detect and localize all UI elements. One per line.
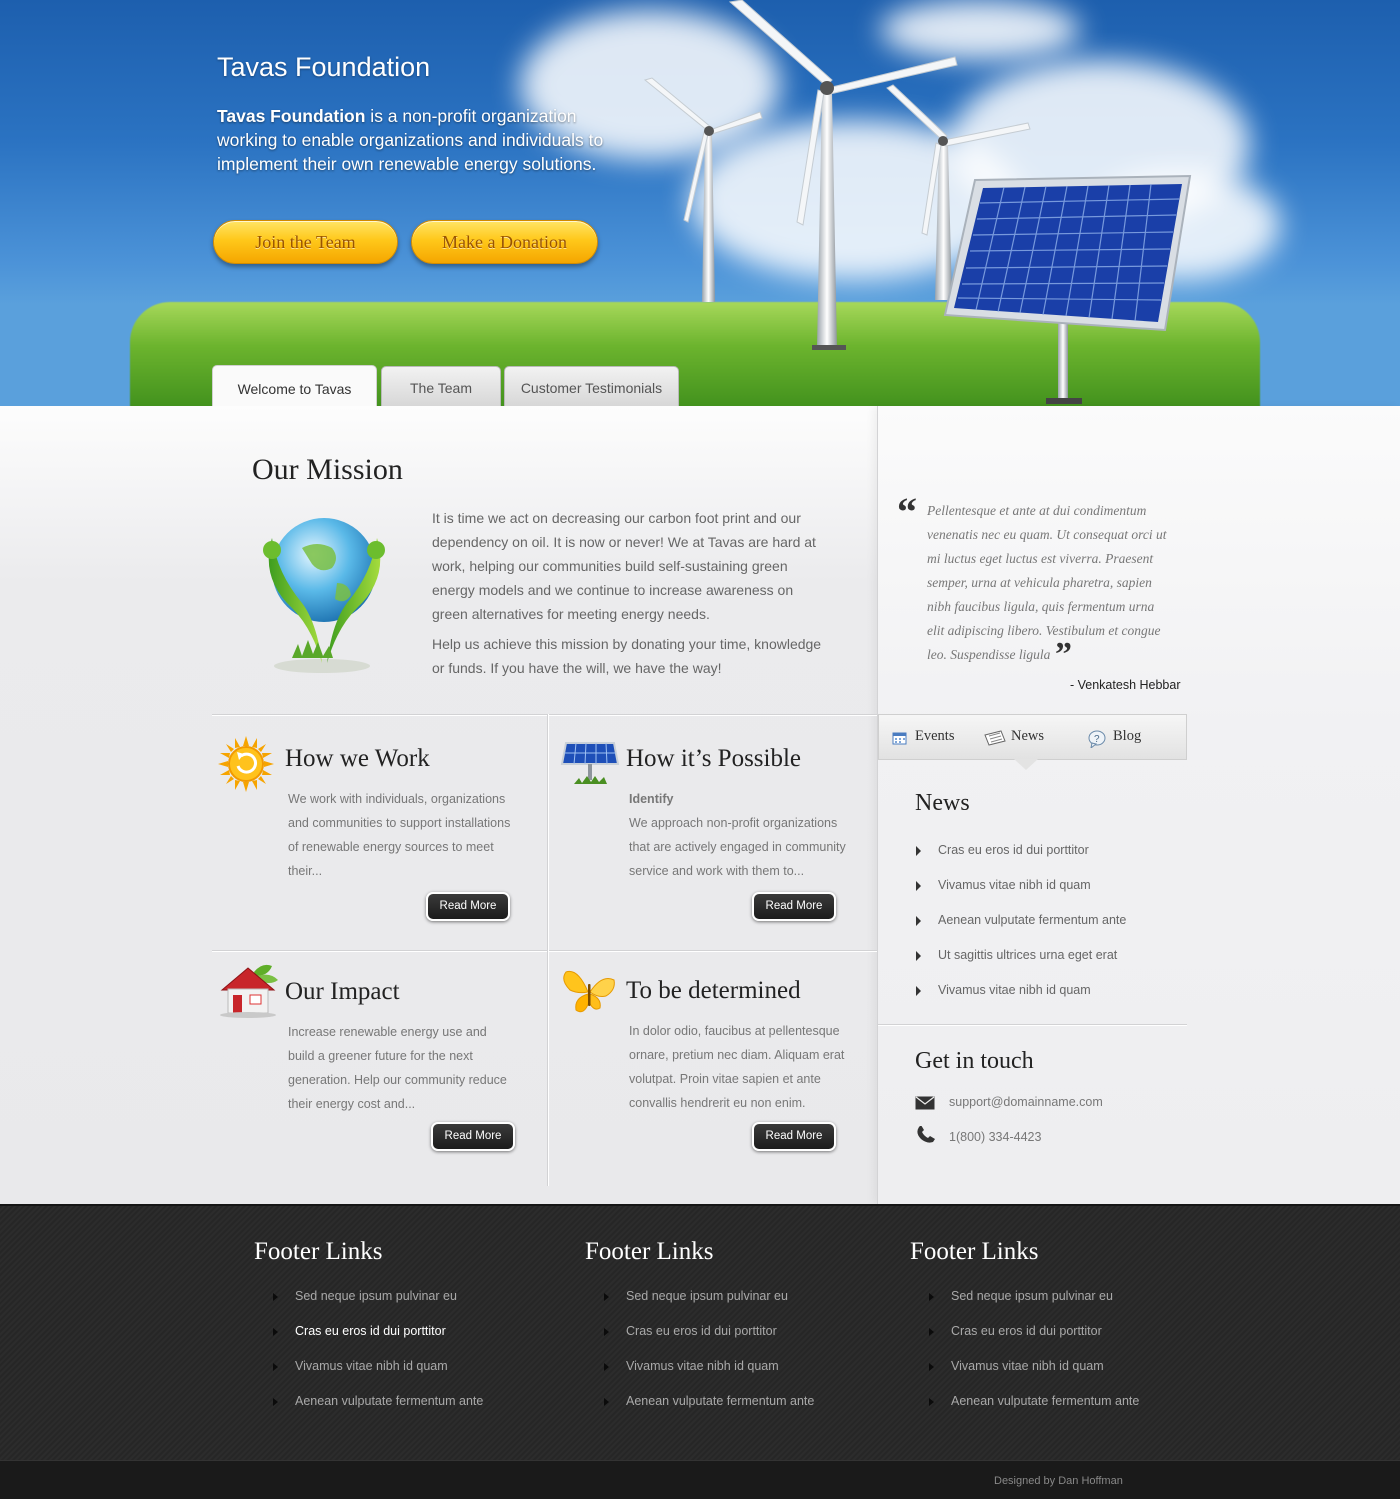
footer-link[interactable]: Cras eu eros id dui porttitor bbox=[951, 1324, 1102, 1338]
footer-link[interactable]: Vivamus vitae nibh id quam bbox=[295, 1359, 448, 1373]
designer-credit: Designed by Dan Hoffman bbox=[994, 1475, 1123, 1487]
tab-blog[interactable]: Blog bbox=[1113, 728, 1141, 745]
calendar-icon bbox=[892, 732, 907, 745]
tab-the-team[interactable]: The Team bbox=[381, 366, 501, 406]
site-title: Tavas Foundation bbox=[217, 52, 431, 82]
feature-how-possible-text: We approach non-profit organizations tha… bbox=[629, 816, 846, 878]
news-item[interactable]: Vivamus vitae nibh id quam bbox=[938, 983, 1091, 997]
bullet-arrow-icon bbox=[929, 1398, 934, 1406]
bullet-arrow-icon bbox=[604, 1398, 609, 1406]
newspaper-icon bbox=[984, 730, 1006, 746]
feature-how-we-work-text: We work with individuals, organizations … bbox=[288, 792, 511, 878]
bullet-arrow-icon bbox=[273, 1363, 278, 1371]
footer-link[interactable]: Cras eu eros id dui porttitor bbox=[626, 1324, 777, 1338]
footer-link[interactable]: Sed neque ipsum pulvinar eu bbox=[295, 1289, 457, 1303]
news-item[interactable]: Aenean vulputate fermentum ante bbox=[938, 913, 1126, 927]
phone-icon bbox=[917, 1126, 935, 1143]
bullet-arrow-icon bbox=[916, 916, 921, 926]
feature-our-impact-title: Our Impact bbox=[285, 978, 400, 1005]
mission-paragraph-1: It is time we act on decreasing our carb… bbox=[432, 510, 816, 622]
bullet-arrow-icon bbox=[273, 1293, 278, 1301]
read-more-button[interactable]: Read More bbox=[431, 1122, 515, 1151]
bullet-arrow-icon bbox=[916, 881, 921, 891]
footer-link[interactable]: Aenean vulputate fermentum ante bbox=[626, 1394, 814, 1408]
bullet-arrow-icon bbox=[604, 1293, 609, 1301]
help-bubble-icon: ? bbox=[1088, 730, 1106, 748]
footer-link[interactable]: Aenean vulputate fermentum ante bbox=[295, 1394, 483, 1408]
tab-events[interactable]: Events bbox=[915, 728, 954, 745]
active-tab-pointer bbox=[1014, 759, 1038, 770]
bullet-arrow-icon bbox=[916, 951, 921, 961]
testimonial-author: - Venkatesh Hebbar bbox=[1070, 678, 1181, 692]
butterfly-icon bbox=[563, 970, 615, 1013]
bullet-arrow-icon bbox=[929, 1363, 934, 1371]
wind-turbines-illustration bbox=[643, 0, 1192, 404]
tab-welcome[interactable]: Welcome to Tavas bbox=[212, 365, 377, 406]
bullet-arrow-icon bbox=[929, 1328, 934, 1336]
contact-phone[interactable]: 1(800) 334-4423 bbox=[949, 1130, 1041, 1144]
bullet-arrow-icon bbox=[604, 1363, 609, 1371]
read-more-button[interactable]: Read More bbox=[752, 892, 836, 921]
feature-how-possible-subtitle: Identify bbox=[629, 792, 674, 806]
bullet-arrow-icon bbox=[929, 1293, 934, 1301]
footer-link[interactable]: Vivamus vitae nibh id quam bbox=[626, 1359, 779, 1373]
footer-link[interactable]: Sed neque ipsum pulvinar eu bbox=[951, 1289, 1113, 1303]
bullet-arrow-icon bbox=[273, 1328, 278, 1336]
house-icon bbox=[220, 964, 278, 1018]
close-quote-icon: ” bbox=[1055, 636, 1072, 673]
tab-news[interactable]: News bbox=[1011, 728, 1044, 745]
bullet-arrow-icon bbox=[604, 1328, 609, 1336]
footer-bottom-bar bbox=[0, 1460, 1400, 1499]
svg-text:?: ? bbox=[1094, 734, 1100, 745]
open-quote-icon: “ bbox=[897, 489, 917, 534]
mission-title: Our Mission bbox=[252, 453, 403, 486]
sun-icon bbox=[218, 736, 274, 792]
hero-banner: Tavas Foundation Tavas Foundation is a n… bbox=[0, 0, 1400, 406]
feature-how-we-work-title: How we Work bbox=[285, 745, 430, 772]
site-description: Tavas Foundation is a non-profit organiz… bbox=[217, 104, 637, 176]
feature-tbd-title: To be determined bbox=[626, 977, 801, 1004]
bullet-arrow-icon bbox=[273, 1398, 278, 1406]
feature-our-impact-text: Increase renewable energy use and build … bbox=[288, 1025, 507, 1111]
globe-leaves-icon bbox=[263, 518, 385, 673]
feature-how-possible-title: How it’s Possible bbox=[626, 745, 802, 772]
description-brand: Tavas Foundation bbox=[217, 106, 366, 126]
footer-link[interactable]: Sed neque ipsum pulvinar eu bbox=[626, 1289, 788, 1303]
footer-column-2-title: Footer Links bbox=[585, 1238, 714, 1265]
contact-email[interactable]: support@domainname.com bbox=[949, 1095, 1103, 1109]
read-more-button[interactable]: Read More bbox=[426, 892, 510, 921]
footer-column-1-title: Footer Links bbox=[254, 1238, 383, 1265]
footer-column-3-title: Footer Links bbox=[910, 1238, 1039, 1265]
news-item[interactable]: Cras eu eros id dui porttitor bbox=[938, 843, 1089, 857]
read-more-button[interactable]: Read More bbox=[752, 1122, 836, 1151]
footer-link[interactable]: Vivamus vitae nibh id quam bbox=[951, 1359, 1104, 1373]
tab-testimonials[interactable]: Customer Testimonials bbox=[504, 366, 679, 406]
mission-paragraph-2: Help us achieve this mission by donating… bbox=[432, 636, 822, 676]
footer-link[interactable]: Cras eu eros id dui porttitor bbox=[295, 1324, 446, 1338]
solar-panel-icon bbox=[560, 742, 620, 784]
footer-link[interactable]: Aenean vulputate fermentum ante bbox=[951, 1394, 1139, 1408]
bullet-arrow-icon bbox=[916, 846, 921, 856]
feature-tbd-text: In dolor odio, faucibus at pellentesque … bbox=[629, 1024, 845, 1110]
contact-heading: Get in touch bbox=[915, 1048, 1034, 1074]
envelope-icon bbox=[915, 1096, 935, 1110]
make-donation-button[interactable]: Make a Donation bbox=[411, 220, 598, 264]
news-item[interactable]: Ut sagittis ultrices urna eget erat bbox=[938, 948, 1117, 962]
news-item[interactable]: Vivamus vitae nibh id quam bbox=[938, 878, 1091, 892]
bullet-arrow-icon bbox=[916, 986, 921, 996]
news-heading: News bbox=[915, 790, 970, 816]
join-team-button[interactable]: Join the Team bbox=[213, 220, 398, 264]
testimonial-text: Pellentesque et ante at dui condimentum … bbox=[927, 503, 1167, 662]
